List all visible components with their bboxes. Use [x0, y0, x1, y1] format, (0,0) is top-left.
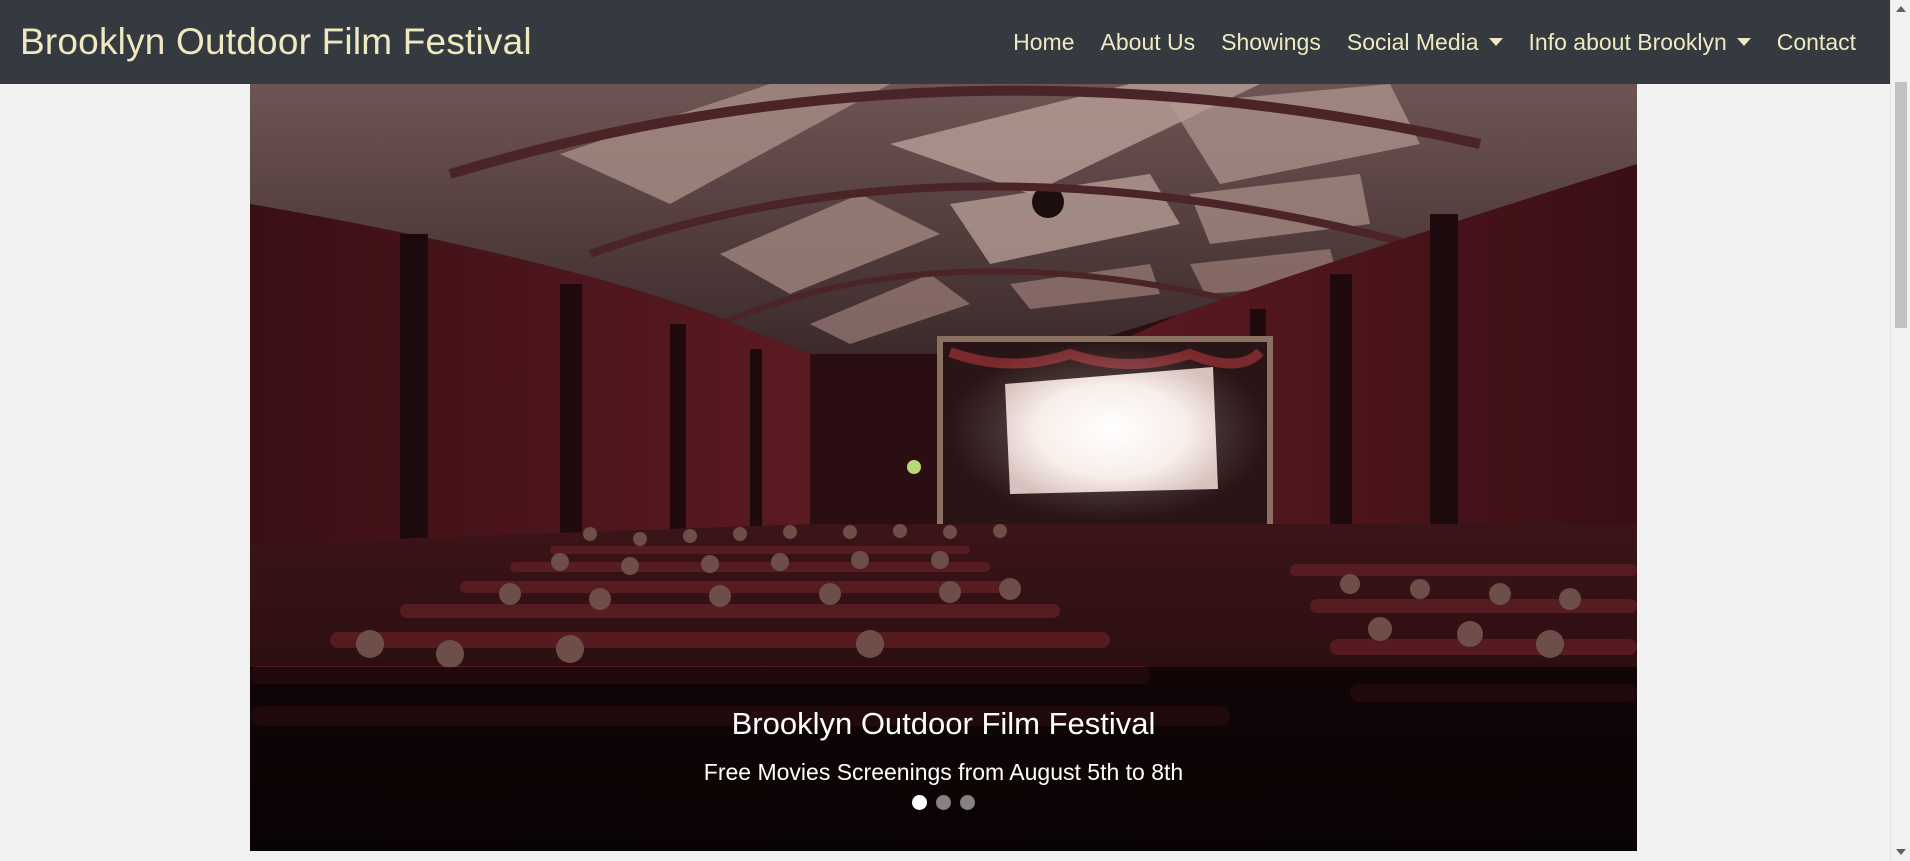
- caret-down-icon: [1736, 38, 1751, 46]
- nav-menu: Home About Us Showings Social Media Info…: [1001, 21, 1868, 64]
- nav-showings-label: Showings: [1221, 28, 1321, 55]
- caret-down-icon: [1488, 38, 1503, 46]
- scroll-up-arrow-icon[interactable]: [1896, 6, 1906, 12]
- brand-link[interactable]: Brooklyn Outdoor Film Festival: [20, 21, 532, 63]
- hero-carousel: Brooklyn Outdoor Film Festival Free Movi…: [250, 84, 1637, 851]
- nav-showings-link[interactable]: Showings: [1209, 21, 1333, 64]
- nav-info-brooklyn-dropdown[interactable]: Info about Brooklyn: [1517, 21, 1763, 64]
- carousel-indicator-1[interactable]: [912, 795, 927, 810]
- nav-about-link[interactable]: About Us: [1089, 21, 1208, 64]
- page-scrollbar[interactable]: [1890, 0, 1910, 861]
- nav-social-media-label: Social Media: [1346, 28, 1479, 55]
- carousel-indicator-2[interactable]: [936, 795, 951, 810]
- carousel-caption-subtitle: Free Movies Screenings from August 5th t…: [703, 759, 1184, 785]
- top-navbar: Brooklyn Outdoor Film Festival Home Abou…: [0, 0, 1890, 84]
- nav-contact-label: Contact: [1776, 28, 1856, 55]
- nav-about-label: About Us: [1100, 28, 1196, 55]
- scrollbar-thumb[interactable]: [1895, 82, 1907, 328]
- carousel-indicator-3[interactable]: [960, 795, 975, 810]
- nav-home-label: Home: [1013, 28, 1075, 55]
- carousel-indicators: [250, 795, 1637, 810]
- nav-home-link[interactable]: Home: [1001, 21, 1086, 64]
- carousel-caption-title: Brooklyn Outdoor Film Festival: [731, 706, 1156, 741]
- nav-info-brooklyn-label: Info about Brooklyn: [1528, 28, 1727, 55]
- nav-social-media-dropdown[interactable]: Social Media: [1335, 21, 1515, 64]
- nav-contact-link[interactable]: Contact: [1765, 21, 1868, 64]
- scroll-down-arrow-icon[interactable]: [1896, 849, 1906, 855]
